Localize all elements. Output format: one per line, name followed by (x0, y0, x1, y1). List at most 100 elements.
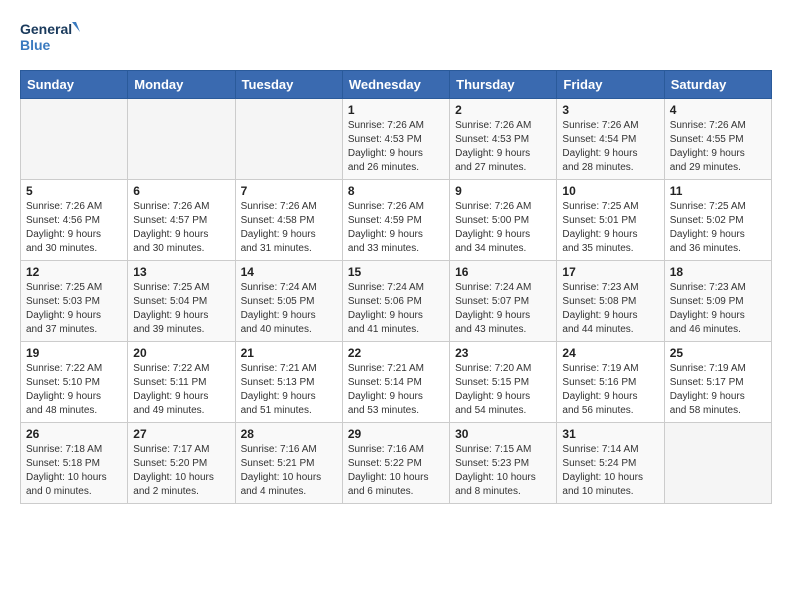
day-info: Sunrise: 7:21 AM Sunset: 5:13 PM Dayligh… (241, 362, 337, 418)
day-number: 15 (348, 265, 444, 279)
day-info: Sunrise: 7:26 AM Sunset: 5:00 PM Dayligh… (455, 200, 551, 256)
weekday-wednesday: Wednesday (342, 71, 449, 99)
calendar-cell: 23 Sunrise: 7:20 AM Sunset: 5:15 PM Dayli… (450, 342, 557, 423)
calendar-cell: 3 Sunrise: 7:26 AM Sunset: 4:54 PM Daylig… (557, 99, 664, 180)
calendar-cell: 21 Sunrise: 7:21 AM Sunset: 5:13 PM Dayli… (235, 342, 342, 423)
weekday-tuesday: Tuesday (235, 71, 342, 99)
day-info: Sunrise: 7:26 AM Sunset: 4:56 PM Dayligh… (26, 200, 122, 256)
day-number: 23 (455, 346, 551, 360)
day-number: 6 (133, 184, 229, 198)
calendar-cell (21, 99, 128, 180)
calendar-cell: 15 Sunrise: 7:24 AM Sunset: 5:06 PM Dayli… (342, 261, 449, 342)
day-info: Sunrise: 7:18 AM Sunset: 5:18 PM Dayligh… (26, 443, 122, 499)
week-row-1: 5Sunrise: 7:26 AM Sunset: 4:56 PM Daylig… (21, 180, 772, 261)
calendar-cell: 12 Sunrise: 7:25 AM Sunset: 5:03 PM Dayli… (21, 261, 128, 342)
calendar-cell: 27 Sunrise: 7:17 AM Sunset: 5:20 PM Dayli… (128, 423, 235, 504)
calendar-cell: 18 Sunrise: 7:23 AM Sunset: 5:09 PM Dayli… (664, 261, 771, 342)
day-info: Sunrise: 7:26 AM Sunset: 4:59 PM Dayligh… (348, 200, 444, 256)
day-number: 30 (455, 427, 551, 441)
logo-svg: General Blue (20, 18, 80, 60)
day-number: 12 (26, 265, 122, 279)
day-info: Sunrise: 7:25 AM Sunset: 5:04 PM Dayligh… (133, 281, 229, 337)
calendar-cell: 28Sunrise: 7:16 AM Sunset: 5:21 PM Dayli… (235, 423, 342, 504)
day-info: Sunrise: 7:24 AM Sunset: 5:07 PM Dayligh… (455, 281, 551, 337)
day-number: 1 (348, 103, 444, 117)
calendar-cell: 9Sunrise: 7:26 AM Sunset: 5:00 PM Daylig… (450, 180, 557, 261)
day-info: Sunrise: 7:21 AM Sunset: 5:14 PM Dayligh… (348, 362, 444, 418)
weekday-saturday: Saturday (664, 71, 771, 99)
day-info: Sunrise: 7:14 AM Sunset: 5:24 PM Dayligh… (562, 443, 658, 499)
day-number: 18 (670, 265, 766, 279)
svg-text:Blue: Blue (20, 37, 51, 53)
day-number: 16 (455, 265, 551, 279)
calendar-cell: 13 Sunrise: 7:25 AM Sunset: 5:04 PM Dayli… (128, 261, 235, 342)
calendar-cell (664, 423, 771, 504)
day-number: 2 (455, 103, 551, 117)
day-info: Sunrise: 7:24 AM Sunset: 5:06 PM Dayligh… (348, 281, 444, 337)
calendar-cell: 29 Sunrise: 7:16 AM Sunset: 5:22 PM Dayli… (342, 423, 449, 504)
day-info: Sunrise: 7:25 AM Sunset: 5:02 PM Dayligh… (670, 200, 766, 256)
day-info: Sunrise: 7:17 AM Sunset: 5:20 PM Dayligh… (133, 443, 229, 499)
week-row-2: 12 Sunrise: 7:25 AM Sunset: 5:03 PM Dayli… (21, 261, 772, 342)
weekday-sunday: Sunday (21, 71, 128, 99)
calendar-body: 1 Sunrise: 7:26 AM Sunset: 4:53 PM Daylig… (21, 99, 772, 504)
day-number: 3 (562, 103, 658, 117)
calendar-cell: 24Sunrise: 7:19 AM Sunset: 5:16 PM Dayli… (557, 342, 664, 423)
header: General Blue (20, 18, 772, 60)
day-info: Sunrise: 7:16 AM Sunset: 5:21 PM Dayligh… (241, 443, 337, 499)
day-info: Sunrise: 7:26 AM Sunset: 4:54 PM Dayligh… (562, 119, 658, 175)
calendar-cell: 19 Sunrise: 7:22 AM Sunset: 5:10 PM Dayli… (21, 342, 128, 423)
day-number: 21 (241, 346, 337, 360)
day-info: Sunrise: 7:26 AM Sunset: 4:58 PM Dayligh… (241, 200, 337, 256)
day-number: 26 (26, 427, 122, 441)
day-info: Sunrise: 7:26 AM Sunset: 4:53 PM Dayligh… (455, 119, 551, 175)
day-info: Sunrise: 7:24 AM Sunset: 5:05 PM Dayligh… (241, 281, 337, 337)
day-info: Sunrise: 7:25 AM Sunset: 5:01 PM Dayligh… (562, 200, 658, 256)
day-info: Sunrise: 7:23 AM Sunset: 5:08 PM Dayligh… (562, 281, 658, 337)
day-number: 29 (348, 427, 444, 441)
day-number: 20 (133, 346, 229, 360)
day-number: 7 (241, 184, 337, 198)
calendar-cell (235, 99, 342, 180)
calendar-cell: 22 Sunrise: 7:21 AM Sunset: 5:14 PM Dayli… (342, 342, 449, 423)
weekday-header-row: SundayMondayTuesdayWednesdayThursdayFrid… (21, 71, 772, 99)
day-number: 25 (670, 346, 766, 360)
calendar-cell: 25Sunrise: 7:19 AM Sunset: 5:17 PM Dayli… (664, 342, 771, 423)
day-number: 4 (670, 103, 766, 117)
day-info: Sunrise: 7:16 AM Sunset: 5:22 PM Dayligh… (348, 443, 444, 499)
week-row-0: 1 Sunrise: 7:26 AM Sunset: 4:53 PM Daylig… (21, 99, 772, 180)
day-number: 27 (133, 427, 229, 441)
weekday-friday: Friday (557, 71, 664, 99)
day-info: Sunrise: 7:20 AM Sunset: 5:15 PM Dayligh… (455, 362, 551, 418)
day-info: Sunrise: 7:22 AM Sunset: 5:11 PM Dayligh… (133, 362, 229, 418)
day-info: Sunrise: 7:23 AM Sunset: 5:09 PM Dayligh… (670, 281, 766, 337)
calendar-cell: 30Sunrise: 7:15 AM Sunset: 5:23 PM Dayli… (450, 423, 557, 504)
day-info: Sunrise: 7:26 AM Sunset: 4:53 PM Dayligh… (348, 119, 444, 175)
calendar-cell: 4 Sunrise: 7:26 AM Sunset: 4:55 PM Daylig… (664, 99, 771, 180)
day-number: 17 (562, 265, 658, 279)
weekday-monday: Monday (128, 71, 235, 99)
calendar-cell: 1 Sunrise: 7:26 AM Sunset: 4:53 PM Daylig… (342, 99, 449, 180)
calendar-cell: 11 Sunrise: 7:25 AM Sunset: 5:02 PM Dayli… (664, 180, 771, 261)
calendar-cell: 5Sunrise: 7:26 AM Sunset: 4:56 PM Daylig… (21, 180, 128, 261)
calendar: SundayMondayTuesdayWednesdayThursdayFrid… (20, 70, 772, 504)
svg-text:General: General (20, 21, 72, 37)
logo: General Blue (20, 18, 80, 60)
page: General Blue SundayMondayTuesdayWednesda… (0, 0, 792, 522)
calendar-cell: 20 Sunrise: 7:22 AM Sunset: 5:11 PM Dayli… (128, 342, 235, 423)
day-info: Sunrise: 7:22 AM Sunset: 5:10 PM Dayligh… (26, 362, 122, 418)
calendar-cell: 7 Sunrise: 7:26 AM Sunset: 4:58 PM Daylig… (235, 180, 342, 261)
day-number: 14 (241, 265, 337, 279)
day-info: Sunrise: 7:26 AM Sunset: 4:55 PM Dayligh… (670, 119, 766, 175)
day-number: 13 (133, 265, 229, 279)
day-number: 11 (670, 184, 766, 198)
day-number: 22 (348, 346, 444, 360)
calendar-cell: 31Sunrise: 7:14 AM Sunset: 5:24 PM Dayli… (557, 423, 664, 504)
day-info: Sunrise: 7:25 AM Sunset: 5:03 PM Dayligh… (26, 281, 122, 337)
calendar-cell (128, 99, 235, 180)
day-number: 19 (26, 346, 122, 360)
calendar-cell: 2 Sunrise: 7:26 AM Sunset: 4:53 PM Daylig… (450, 99, 557, 180)
calendar-cell: 10Sunrise: 7:25 AM Sunset: 5:01 PM Dayli… (557, 180, 664, 261)
day-number: 8 (348, 184, 444, 198)
calendar-cell: 17 Sunrise: 7:23 AM Sunset: 5:08 PM Dayli… (557, 261, 664, 342)
